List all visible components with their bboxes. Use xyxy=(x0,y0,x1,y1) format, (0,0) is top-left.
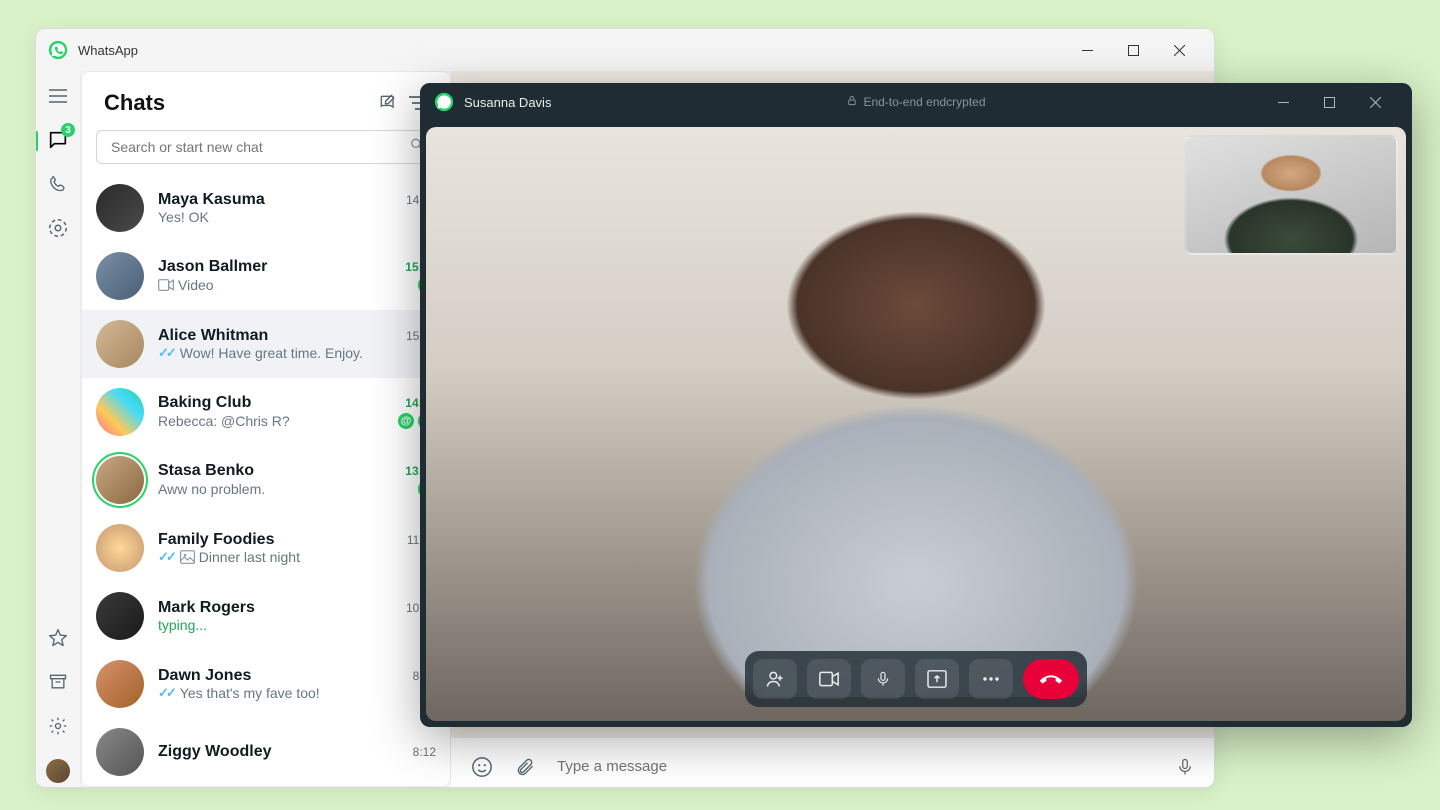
close-button[interactable] xyxy=(1156,29,1202,71)
chat-item[interactable]: Stasa Benko13:55 Aww no problem.2 xyxy=(82,446,450,514)
chat-item[interactable]: Alice Whitman15:15 ✓✓Wow! Have great tim… xyxy=(82,310,450,378)
chat-preview: Video xyxy=(178,277,414,293)
call-titlebar: Susanna Davis End-to-end endcrypted xyxy=(420,83,1412,121)
profile-avatar[interactable] xyxy=(46,759,70,783)
chat-item[interactable]: Dawn Jones8:35 ✓✓Yes that's my fave too! xyxy=(82,650,450,718)
call-contact-name: Susanna Davis xyxy=(464,95,551,110)
read-tick-icon: ✓✓ xyxy=(158,549,174,565)
chat-name: Stasa Benko xyxy=(158,462,397,480)
chat-name: Ziggy Woodley xyxy=(158,743,405,761)
call-toolbar xyxy=(745,651,1087,707)
titlebar: WhatsApp xyxy=(36,29,1214,71)
message-input[interactable] xyxy=(557,758,1154,775)
avatar xyxy=(96,456,144,504)
window-controls xyxy=(1064,29,1202,71)
attach-icon[interactable] xyxy=(515,756,535,778)
chat-item[interactable]: Ziggy Woodley 8:12 xyxy=(82,718,450,786)
whatsapp-logo-icon xyxy=(434,92,454,112)
photo-icon xyxy=(180,550,195,564)
avatar xyxy=(96,320,144,368)
chat-item[interactable]: Family Foodies11:25 ✓✓Dinner last night xyxy=(82,514,450,582)
video-feed xyxy=(426,127,1406,721)
settings-icon[interactable] xyxy=(47,715,69,737)
mic-toggle-button[interactable] xyxy=(861,659,905,699)
avatar xyxy=(96,252,144,300)
app-name: WhatsApp xyxy=(78,43,138,58)
self-video-pip[interactable] xyxy=(1184,135,1398,255)
chat-preview: Aww no problem. xyxy=(158,481,414,497)
avatar xyxy=(96,728,144,776)
call-window: Susanna Davis End-to-end endcrypted xyxy=(420,83,1412,727)
compose-bar xyxy=(451,737,1214,788)
avatar xyxy=(96,660,144,708)
chat-preview: Yes that's my fave too! xyxy=(180,685,436,701)
avatar xyxy=(96,524,144,572)
camera-toggle-button[interactable] xyxy=(807,659,851,699)
add-participant-button[interactable] xyxy=(753,659,797,699)
status-tab-icon[interactable] xyxy=(47,217,69,239)
chat-preview: typing... xyxy=(158,617,436,633)
chat-preview: Rebecca: @Chris R? xyxy=(158,413,394,429)
chat-item[interactable]: Maya Kasuma14:55 Yes! OK xyxy=(82,174,450,242)
chat-preview: Yes! OK xyxy=(158,209,419,225)
chat-item[interactable]: Mark Rogers10:55 typing... xyxy=(82,582,450,650)
chat-name: Alice Whitman xyxy=(158,327,398,345)
screen-share-button[interactable] xyxy=(915,659,959,699)
video-icon xyxy=(158,279,174,291)
avatar xyxy=(96,592,144,640)
chat-item[interactable]: Baking Club14:45 Rebecca: @Chris R?@1 xyxy=(82,378,450,446)
call-maximize-button[interactable] xyxy=(1306,83,1352,121)
menu-icon[interactable] xyxy=(47,85,69,107)
emoji-icon[interactable] xyxy=(471,756,493,778)
calls-tab-icon[interactable] xyxy=(47,173,69,195)
starred-icon[interactable] xyxy=(47,627,69,649)
avatar xyxy=(96,388,144,436)
chat-sidebar: Chats Maya Kasuma14:55 Yes! OK xyxy=(81,71,451,787)
chat-time: 8:12 xyxy=(413,745,436,759)
chat-name: Maya Kasuma xyxy=(158,191,398,209)
chat-preview: Dinner last night xyxy=(199,549,436,565)
call-close-button[interactable] xyxy=(1352,83,1398,121)
chat-name: Family Foodies xyxy=(158,531,399,549)
encryption-label: End-to-end endcrypted xyxy=(846,94,985,110)
new-chat-icon[interactable] xyxy=(378,93,398,113)
mention-badge: @ xyxy=(398,413,414,429)
read-tick-icon: ✓✓ xyxy=(158,345,174,361)
call-minimize-button[interactable] xyxy=(1260,83,1306,121)
search-input[interactable] xyxy=(96,130,436,164)
chats-title: Chats xyxy=(104,90,368,116)
chat-item[interactable]: Jason Ballmer15:25 Video3 xyxy=(82,242,450,310)
avatar xyxy=(96,184,144,232)
remote-video xyxy=(647,175,1186,698)
chat-name: Mark Rogers xyxy=(158,599,398,617)
chat-name: Dawn Jones xyxy=(158,667,405,685)
chat-preview: Wow! Have great time. Enjoy. xyxy=(180,345,436,361)
whatsapp-logo-icon xyxy=(48,40,68,60)
chat-name: Jason Ballmer xyxy=(158,258,397,276)
read-tick-icon: ✓✓ xyxy=(158,685,174,701)
chats-unread-badge: 3 xyxy=(61,123,75,137)
archive-icon[interactable] xyxy=(47,671,69,693)
hangup-button[interactable] xyxy=(1023,659,1079,699)
more-options-button[interactable] xyxy=(969,659,1013,699)
mic-icon[interactable] xyxy=(1176,756,1194,778)
chats-tab-icon[interactable]: 3 xyxy=(47,129,69,151)
chat-name: Baking Club xyxy=(158,394,397,412)
minimize-button[interactable] xyxy=(1064,29,1110,71)
chat-list: Maya Kasuma14:55 Yes! OK Jason Ballmer15… xyxy=(82,174,450,786)
maximize-button[interactable] xyxy=(1110,29,1156,71)
lock-icon xyxy=(846,94,857,110)
left-rail: 3 xyxy=(36,71,81,788)
